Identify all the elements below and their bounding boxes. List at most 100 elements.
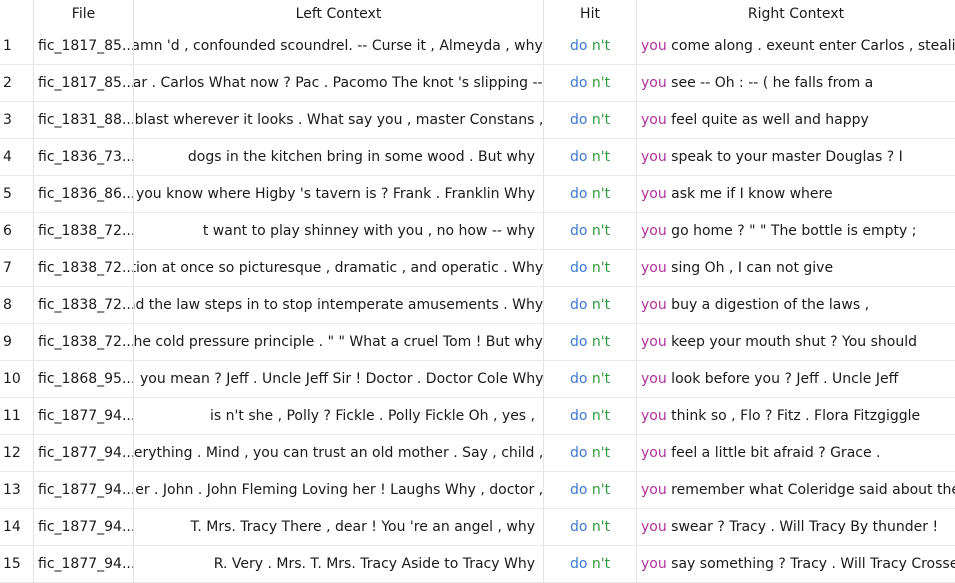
right-context-cell[interactable]: you keep your mouth shut ? You should (637, 324, 955, 361)
right-context-text: think so , Flo ? Fitz . Flora Fitzgiggle (666, 408, 921, 424)
file-cell[interactable]: fic_1836_86... (34, 176, 134, 213)
hit-cell[interactable]: do n't (544, 324, 637, 361)
left-context-text: everything . Mind , you can trust an old… (134, 445, 544, 461)
header-right-context[interactable]: Right Context (637, 0, 955, 28)
right-context-keyword: you (641, 75, 667, 91)
table-row[interactable]: 13 fic_1877_94... g her . John . John Flem… (0, 472, 955, 509)
header-left-context[interactable]: Left Context (134, 0, 544, 28)
table-row[interactable]: 7 fic_1838_72... uation at once so picture… (0, 250, 955, 287)
hit-cell[interactable]: do n't (544, 546, 637, 583)
left-context-cell[interactable]: - damn 'd , confounded scoundrel. -- Cur… (134, 28, 544, 65)
hit-word-do: do (569, 149, 588, 165)
left-context-cell[interactable]: is n't she , Polly ? Fickle . Polly Fick… (134, 398, 544, 435)
left-context-cell[interactable]: dogs in the kitchen bring in some wood .… (134, 139, 544, 176)
right-context-keyword: you (641, 186, 667, 202)
hit-cell[interactable]: do n't (544, 361, 637, 398)
hit-cell[interactable]: do n't (544, 287, 637, 324)
left-context-cell[interactable]: the cold pressure principle . " " What a… (134, 324, 544, 361)
file-cell[interactable]: fic_1877_94... (34, 435, 134, 472)
hit-cell[interactable]: do n't (544, 213, 637, 250)
left-context-text: R. Very . Mrs. T. Mrs. Tracy Aside to Tr… (213, 556, 535, 572)
header-file[interactable]: File (34, 0, 134, 28)
table-row[interactable]: 8 fic_1838_72... and the law steps in to s… (0, 287, 955, 324)
right-context-cell[interactable]: you swear ? Tracy . Will Tracy By thunde… (637, 509, 955, 546)
left-context-cell[interactable]: R. Very . Mrs. T. Mrs. Tracy Aside to Tr… (134, 546, 544, 583)
header-hit[interactable]: Hit (544, 0, 637, 28)
file-cell[interactable]: fic_1868_95... (34, 361, 134, 398)
left-context-cell[interactable]: Car . Carlos What now ? Pac . Pacomo The… (134, 65, 544, 102)
right-context-cell[interactable]: you come along . exeunt enter Carlos , s… (637, 28, 955, 65)
table-row[interactable]: 10 fic_1868_95... you mean ? Jeff . Uncle … (0, 361, 955, 398)
table-row[interactable]: 3 fic_1831_88... can blast wherever it loo… (0, 102, 955, 139)
hit-cell[interactable]: do n't (544, 250, 637, 287)
right-context-cell[interactable]: you sing Oh , I can not give (637, 250, 955, 287)
table-row[interactable]: 1 fic_1817_85... - damn 'd , confounded sc… (0, 28, 955, 65)
hit-cell[interactable]: do n't (544, 65, 637, 102)
file-cell[interactable]: fic_1877_94... (34, 546, 134, 583)
file-cell[interactable]: fic_1831_88... (34, 102, 134, 139)
right-context-keyword: you (641, 334, 667, 350)
hit-cell[interactable]: do n't (544, 398, 637, 435)
table-row[interactable]: 5 fic_1836_86... you know where Higby 's t… (0, 176, 955, 213)
right-context-cell[interactable]: you look before you ? Jeff . Uncle Jeff (637, 361, 955, 398)
left-context-cell[interactable]: uation at once so picturesque , dramatic… (134, 250, 544, 287)
left-context-text: can blast wherever it looks . What say y… (134, 112, 544, 128)
hit-cell[interactable]: do n't (544, 139, 637, 176)
file-cell[interactable]: fic_1838_72... (34, 213, 134, 250)
left-context-cell[interactable]: you know where Higby 's tavern is ? Fran… (134, 176, 544, 213)
left-context-cell[interactable]: g her . John . John Fleming Loving her !… (134, 472, 544, 509)
hit-cell[interactable]: do n't (544, 176, 637, 213)
left-context-cell[interactable]: can blast wherever it looks . What say y… (134, 102, 544, 139)
left-context-cell[interactable]: you mean ? Jeff . Uncle Jeff Sir ! Docto… (134, 361, 544, 398)
hit-cell[interactable]: do n't (544, 28, 637, 65)
left-context-cell[interactable]: everything . Mind , you can trust an old… (134, 435, 544, 472)
right-context-keyword: you (641, 149, 667, 165)
left-context-cell[interactable]: and the law steps in to stop intemperate… (134, 287, 544, 324)
file-cell[interactable]: fic_1877_94... (34, 509, 134, 546)
file-cell[interactable]: fic_1838_72... (34, 250, 134, 287)
row-index: 4 (0, 139, 34, 176)
right-context-text: feel a little bit afraid ? Grace . (666, 445, 881, 461)
hit-cell[interactable]: do n't (544, 509, 637, 546)
table-row[interactable]: 11 fic_1877_94... is n't she , Polly ? Fic… (0, 398, 955, 435)
table-row[interactable]: 4 fic_1836_73... dogs in the kitchen bring… (0, 139, 955, 176)
hit-word-nt: n't (591, 334, 611, 350)
table-row[interactable]: 6 fic_1838_72... t want to play shinney wi… (0, 213, 955, 250)
file-cell[interactable]: fic_1817_85... (34, 28, 134, 65)
right-context-text: see -- Oh : -- ( he falls from a (666, 75, 874, 91)
left-context-cell[interactable]: t want to play shinney with you , no how… (134, 213, 544, 250)
hit-cell[interactable]: do n't (544, 435, 637, 472)
table-row[interactable]: 15 fic_1877_94... R. Very . Mrs. T. Mrs. T… (0, 546, 955, 583)
right-context-cell[interactable]: you see -- Oh : -- ( he falls from a (637, 65, 955, 102)
right-context-cell[interactable]: you buy a digestion of the laws , (637, 287, 955, 324)
hit-word-do: do (569, 445, 588, 461)
left-context-text: the cold pressure principle . " " What a… (134, 334, 543, 350)
left-context-text: and the law steps in to stop intemperate… (134, 297, 544, 313)
hit-cell[interactable]: do n't (544, 102, 637, 139)
file-cell[interactable]: fic_1838_72... (34, 287, 134, 324)
table-row[interactable]: 14 fic_1877_94... T. Mrs. Tracy There , de… (0, 509, 955, 546)
table-row[interactable]: 2 fic_1817_85... Car . Carlos What now ? P… (0, 65, 955, 102)
table-row[interactable]: 12 fic_1877_94... everything . Mind , you … (0, 435, 955, 472)
table-row[interactable]: 9 fic_1838_72... the cold pressure princip… (0, 324, 955, 361)
hit-word-nt: n't (591, 371, 611, 387)
hit-cell[interactable]: do n't (544, 472, 637, 509)
right-context-cell[interactable]: you say something ? Tracy . Will Tracy C… (637, 546, 955, 583)
row-index: 3 (0, 102, 34, 139)
right-context-cell[interactable]: you feel a little bit afraid ? Grace . (637, 435, 955, 472)
hit-word-nt: n't (591, 408, 611, 424)
hit-word-do: do (569, 334, 588, 350)
file-cell[interactable]: fic_1877_94... (34, 472, 134, 509)
right-context-cell[interactable]: you ask me if I know where (637, 176, 955, 213)
right-context-cell[interactable]: you go home ? " " The bottle is empty ; (637, 213, 955, 250)
right-context-cell[interactable]: you think so , Flo ? Fitz . Flora Fitzgi… (637, 398, 955, 435)
right-context-text: speak to your master Douglas ? I (666, 149, 903, 165)
right-context-cell[interactable]: you remember what Coleridge said about t… (637, 472, 955, 509)
file-cell[interactable]: fic_1877_94... (34, 398, 134, 435)
right-context-cell[interactable]: you speak to your master Douglas ? I (637, 139, 955, 176)
file-cell[interactable]: fic_1838_72... (34, 324, 134, 361)
file-cell[interactable]: fic_1836_73... (34, 139, 134, 176)
right-context-cell[interactable]: you feel quite as well and happy (637, 102, 955, 139)
left-context-cell[interactable]: T. Mrs. Tracy There , dear ! You 're an … (134, 509, 544, 546)
file-cell[interactable]: fic_1817_85... (34, 65, 134, 102)
